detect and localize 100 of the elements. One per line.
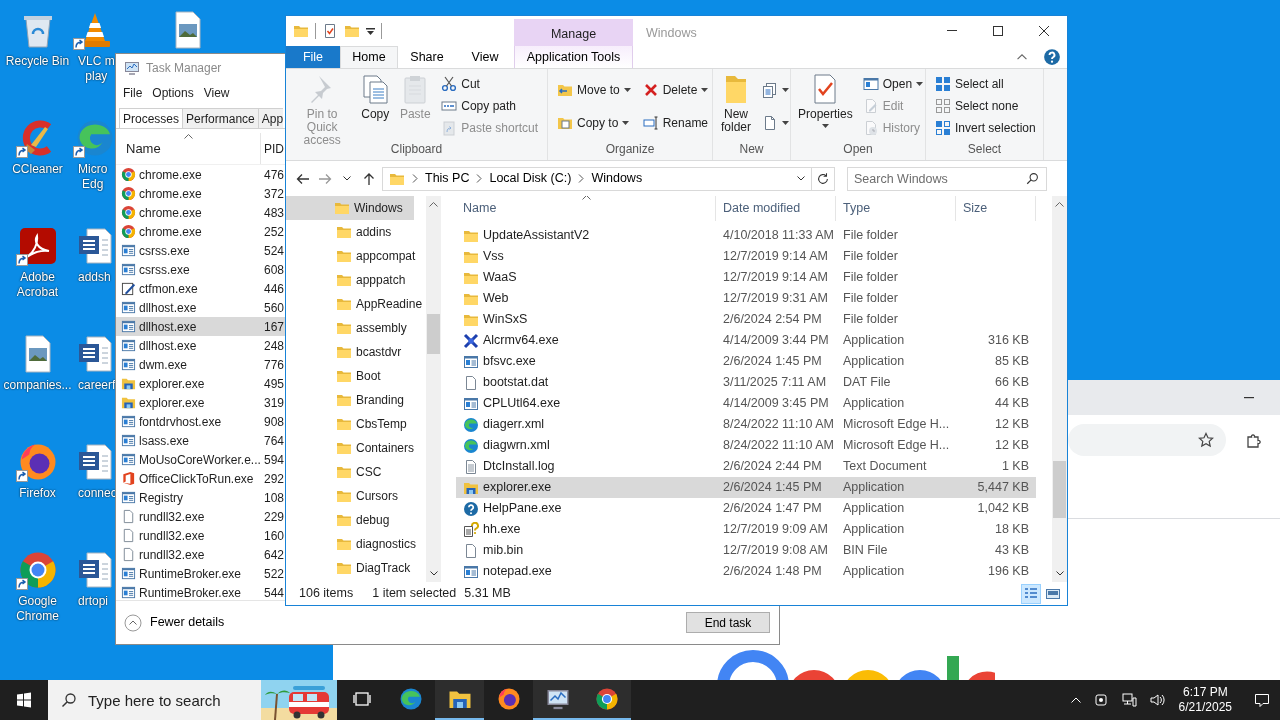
file-row[interactable]: Vss 12/7/2019 9:14 AM File folder xyxy=(456,246,1036,267)
file-row[interactable]: Alcrmv64.exe 4/14/2009 3:44 PM Application 316 KB xyxy=(456,330,1036,351)
ribbon-button[interactable]: Delete xyxy=(640,79,711,100)
search-field[interactable]: Search Windows xyxy=(847,166,1047,191)
process-row[interactable]: ctfmon.exe 446 xyxy=(116,279,286,298)
process-row[interactable]: Registry 108 xyxy=(116,488,286,507)
file-row[interactable]: bootstat.dat 3/11/2025 7:11 AM DAT File 66 KB xyxy=(456,372,1036,393)
clock-button[interactable]: 6:17 PM 6/21/2025 xyxy=(1174,685,1236,715)
tree-item[interactable]: bcastdvr xyxy=(286,340,426,364)
icon-label[interactable]: CCleaner xyxy=(12,162,63,177)
refresh-button[interactable] xyxy=(812,166,835,191)
ribbon-button[interactable]: Move to xyxy=(555,79,633,100)
breadcrumb-link[interactable]: Windows xyxy=(591,169,643,188)
taskbar-app-button[interactable] xyxy=(533,680,582,720)
menu-item[interactable]: Options xyxy=(147,82,199,104)
icon-label[interactable]: Micro Edg xyxy=(75,162,108,192)
file-menu-button[interactable]: File xyxy=(286,46,340,68)
ribbon-button[interactable]: Invert selection xyxy=(933,118,1038,138)
view-button[interactable] xyxy=(1021,583,1041,604)
file-row[interactable]: DtcInstall.log 2/6/2024 2:44 PM Text Document 1 KB xyxy=(456,456,1036,477)
end-task-button[interactable]: End task xyxy=(686,612,770,633)
file-row[interactable]: HelpPane.exe 2/6/2024 1:47 PM Application 1,042 KB xyxy=(456,498,1036,519)
file-row[interactable]: mib.bin 12/7/2019 9:08 AM BIN File 43 KB xyxy=(456,540,1036,561)
process-row[interactable]: RuntimeBroker.exe 544 xyxy=(116,583,286,600)
ribbon-button[interactable]: Rename xyxy=(640,112,711,133)
taskbar-app-button[interactable] xyxy=(582,680,631,720)
tree-item[interactable]: debug xyxy=(286,508,426,532)
file-row[interactable]: WinSxS 2/6/2024 2:54 PM File folder xyxy=(456,309,1036,330)
process-row[interactable]: chrome.exe 372 xyxy=(116,184,286,203)
ribbon-tab[interactable]: Share xyxy=(398,46,456,68)
process-row[interactable]: rundll32.exe 229 xyxy=(116,507,286,526)
scrollbar[interactable] xyxy=(426,196,441,582)
file-row[interactable]: bfsvc.exe 2/6/2024 1:45 PM Application 85 KB xyxy=(456,351,1036,372)
tree-item[interactable]: CbsTemp xyxy=(286,412,426,436)
icon-label[interactable]: Adobe Acrobat xyxy=(16,270,59,300)
tree-item[interactable]: assembly xyxy=(286,316,426,340)
ribbon-button[interactable]: Copy path xyxy=(439,96,540,116)
ribbon-button[interactable]: Copy xyxy=(356,73,395,121)
column-header[interactable]: Name xyxy=(456,196,716,221)
process-row[interactable]: OfficeClickToRun.exe 292 xyxy=(116,469,286,488)
minimize-button[interactable] xyxy=(1242,394,1256,401)
process-row[interactable]: chrome.exe 476 xyxy=(116,165,286,184)
icon-label[interactable]: drtopi xyxy=(75,594,109,609)
scrollbar-thumb[interactable] xyxy=(427,314,440,354)
file-row[interactable]: diagerr.xml 8/24/2022 11:10 AM Microsoft Edge H... 12 KB xyxy=(456,414,1036,435)
column-header[interactable]: Size xyxy=(956,196,1036,221)
tab[interactable]: App xyxy=(257,108,284,128)
tree-item[interactable]: DiagTrack xyxy=(286,556,426,580)
tree-item[interactable]: Cursors xyxy=(286,484,426,508)
breadcrumb-link[interactable]: Local Disk (C:) xyxy=(489,169,572,188)
process-row[interactable]: MoUsoCoreWorker.e... 594 xyxy=(116,450,286,469)
tree-item[interactable]: apppatch xyxy=(286,268,426,292)
ribbon-button[interactable]: Cut xyxy=(439,74,540,94)
tree-item[interactable]: Boot xyxy=(286,364,426,388)
ribbon-tab[interactable]: Application Tools xyxy=(514,46,633,68)
ribbon-button[interactable] xyxy=(760,80,791,99)
breadcrumb-link[interactable]: This PC xyxy=(425,169,470,188)
process-row[interactable]: chrome.exe 483 xyxy=(116,203,286,222)
icon-label[interactable]: Google Chrome xyxy=(16,594,59,624)
file-row[interactable]: explorer.exe 2/6/2024 1:45 PM Application 5,447 KB xyxy=(456,477,1036,498)
process-row[interactable]: csrss.exe 524 xyxy=(116,241,286,260)
taskbar-app-button[interactable] xyxy=(435,680,484,720)
search-field[interactable]: Type here to search xyxy=(48,680,261,720)
process-row[interactable]: csrss.exe 608 xyxy=(116,260,286,279)
ribbon-button[interactable]: Select all xyxy=(933,74,1038,94)
tree-item[interactable]: appcompat xyxy=(286,244,426,268)
process-row[interactable]: fontdrvhost.exe 908 xyxy=(116,412,286,431)
ribbon-button[interactable]: Select none xyxy=(933,96,1038,116)
icon-label[interactable]: connec xyxy=(75,486,117,501)
fewer-details-button[interactable]: Fewer details xyxy=(124,613,225,632)
icon-label[interactable]: careerf xyxy=(75,378,116,393)
file-row[interactable]: Web 12/7/2019 9:31 AM File folder xyxy=(456,288,1036,309)
scrollbar[interactable] xyxy=(1052,196,1067,582)
menu-item[interactable]: View xyxy=(198,82,235,104)
ribbon-tab[interactable]: View xyxy=(456,46,514,68)
process-row[interactable]: explorer.exe 319 xyxy=(116,393,286,412)
scrollbar-thumb[interactable] xyxy=(1053,461,1066,518)
column-header[interactable]: PID xyxy=(261,133,284,164)
process-row[interactable]: dwm.exe 776 xyxy=(116,355,286,374)
column-header[interactable]: Type xyxy=(836,196,956,221)
file-row[interactable]: hh.exe 12/7/2019 9:09 AM Application 18 KB xyxy=(456,519,1036,540)
process-row[interactable]: lsass.exe 764 xyxy=(116,431,286,450)
icon-label[interactable]: Recycle Bin xyxy=(5,54,70,69)
process-row[interactable]: dllhost.exe 248 xyxy=(116,336,286,355)
icon-label[interactable]: VLC m play xyxy=(75,54,115,84)
tree-item[interactable]: Containers xyxy=(286,436,426,460)
ribbon-button[interactable]: New folder xyxy=(717,73,755,134)
file-row[interactable]: UpdateAssistantV2 4/10/2018 11:33 AM File folder xyxy=(456,225,1036,246)
process-row[interactable]: rundll32.exe 642 xyxy=(116,545,286,564)
file-row[interactable]: notepad.exe 2/6/2024 1:48 PM Application 196 KB xyxy=(456,561,1036,582)
tree-item[interactable]: AppReadine xyxy=(286,292,426,316)
tree-item[interactable]: CSC xyxy=(286,460,426,484)
tab[interactable]: Performance xyxy=(182,108,259,128)
icon-label[interactable]: addsh xyxy=(75,270,111,285)
tree-item[interactable]: Windows xyxy=(286,196,414,220)
tree-item[interactable]: Branding xyxy=(286,388,426,412)
ribbon-button[interactable]: Copy to xyxy=(555,112,633,133)
ribbon-tab[interactable]: Home xyxy=(340,46,398,68)
file-row[interactable]: diagwrn.xml 8/24/2022 11:10 AM Microsoft Edge H... 12 KB xyxy=(456,435,1036,456)
icon-label[interactable]: Firefox xyxy=(19,486,56,501)
